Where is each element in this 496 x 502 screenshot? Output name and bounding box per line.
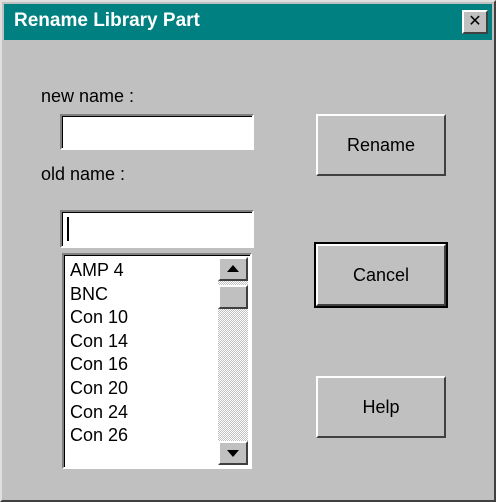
scroll-up-arrow-icon bbox=[227, 265, 239, 272]
listbox-scrollbar[interactable] bbox=[218, 257, 248, 465]
list-item[interactable]: Con 14 bbox=[70, 330, 220, 354]
list-item[interactable]: BNC bbox=[70, 283, 220, 307]
dialog-title: Rename Library Part bbox=[14, 10, 200, 31]
help-button[interactable]: Help bbox=[316, 376, 446, 438]
cancel-button-label: Cancel bbox=[352, 265, 410, 285]
rename-library-part-dialog: Rename Library Part ✕ new name : old nam… bbox=[0, 0, 496, 502]
rename-button-label: Rename bbox=[346, 135, 416, 155]
list-item[interactable]: Con 10 bbox=[70, 306, 220, 330]
parts-list: AMP 4 BNC Con 10 Con 14 Con 16 Con 20 Con 24 Co… bbox=[70, 259, 220, 448]
scroll-down-arrow-icon bbox=[227, 450, 239, 457]
old-name-label: old name : bbox=[41, 164, 126, 184]
new-name-label: new name : bbox=[41, 86, 135, 106]
title-bar[interactable]: Rename Library Part ✕ bbox=[4, 4, 492, 40]
close-button[interactable]: ✕ bbox=[462, 10, 488, 34]
text-caret bbox=[67, 217, 69, 241]
scroll-down-button[interactable] bbox=[218, 441, 248, 465]
parts-listbox[interactable]: AMP 4 BNC Con 10 Con 14 Con 16 Con 20 Con 24 Co… bbox=[62, 253, 252, 469]
list-item[interactable]: Con 24 bbox=[70, 401, 220, 425]
new-name-input[interactable] bbox=[60, 114, 254, 150]
list-item[interactable]: Con 20 bbox=[70, 377, 220, 401]
help-button-label: Help bbox=[362, 397, 400, 417]
list-item[interactable]: AMP 4 bbox=[70, 259, 220, 283]
list-item[interactable]: Con 16 bbox=[70, 353, 220, 377]
cancel-button[interactable]: Cancel bbox=[314, 242, 448, 308]
scroll-up-button[interactable] bbox=[218, 257, 248, 281]
list-item[interactable]: Con 26 bbox=[70, 424, 220, 448]
rename-button[interactable]: Rename bbox=[316, 114, 446, 176]
close-icon: ✕ bbox=[468, 11, 482, 30]
old-name-input[interactable] bbox=[60, 210, 254, 248]
scroll-thumb[interactable] bbox=[218, 285, 248, 309]
